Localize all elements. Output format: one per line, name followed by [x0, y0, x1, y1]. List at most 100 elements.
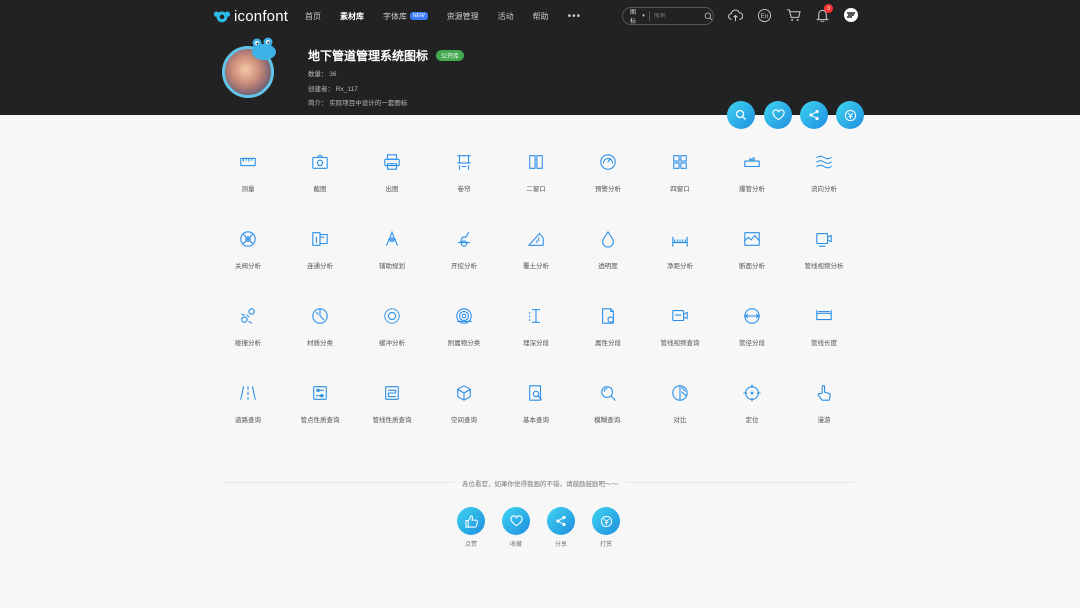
share-fab[interactable]: [800, 101, 828, 129]
locate-icon: [743, 384, 761, 402]
valve-icon: [240, 231, 256, 247]
basic-search-icon: [529, 385, 542, 401]
project-title-row: 地下管道管理系统图标 公开库: [308, 47, 465, 64]
icon-card[interactable]: 预警分析: [572, 152, 644, 229]
more-icon[interactable]: •••: [568, 9, 582, 23]
icon-card[interactable]: 卷帘: [428, 152, 500, 229]
collect-button[interactable]: 收藏: [501, 507, 531, 548]
road-icon: [240, 386, 256, 400]
drop-icon: [602, 231, 614, 248]
search-fab[interactable]: [727, 101, 755, 129]
collect-circle: [502, 507, 530, 535]
like-button[interactable]: 点赞: [456, 507, 486, 548]
reward-fab[interactable]: [836, 101, 864, 129]
reward-icon: [844, 109, 856, 121]
icon-card[interactable]: 基本查询: [500, 383, 572, 460]
icon-card[interactable]: 管线性质查询: [356, 383, 428, 460]
nav-resources[interactable]: 资源管理: [447, 9, 479, 23]
icon-card[interactable]: 净距分析: [644, 229, 716, 306]
icon-card[interactable]: 管线长度: [788, 306, 860, 383]
share-label: 分享: [554, 542, 567, 548]
icon-card[interactable]: 连通分析: [284, 229, 356, 306]
icon-card[interactable]: 流向分析: [788, 152, 860, 229]
language-icon[interactable]: En: [756, 7, 772, 23]
icon-card[interactable]: 断面分析: [716, 229, 788, 306]
icon-card[interactable]: 覆土分析: [500, 229, 572, 306]
thumbs-up-icon: [464, 514, 478, 528]
reward-button[interactable]: 打赏: [591, 507, 621, 548]
icon-card[interactable]: 埋深分段: [500, 306, 572, 383]
icon-card[interactable]: 辅助规划: [356, 229, 428, 306]
favorite-fab[interactable]: [764, 101, 792, 129]
icon-card[interactable]: 空间查询: [428, 383, 500, 460]
nav-materials[interactable]: 素材库: [340, 9, 364, 23]
connectivity-icon: [312, 232, 328, 246]
fuzzy-search-icon: [601, 386, 616, 401]
icon-card[interactable]: 模糊查询,: [572, 383, 644, 460]
public-tag: 公开库: [436, 50, 465, 61]
icon-card[interactable]: 透明度: [572, 229, 644, 306]
nav-activities[interactable]: 活动: [498, 9, 514, 23]
icon-card[interactable]: 属性分段: [572, 306, 644, 383]
nav-help[interactable]: 帮助: [533, 9, 549, 23]
encourage-text: 各位看官，如果你觉得我画的不错，请鼓励鼓励吧～～: [454, 481, 626, 488]
nav-home[interactable]: 首页: [305, 9, 321, 23]
section-icon: [744, 232, 760, 246]
icon-card[interactable]: 出图: [356, 152, 428, 229]
icon-card[interactable]: 道路查询: [212, 383, 284, 460]
share-icon: [809, 109, 819, 121]
icon-card[interactable]: 关阀分析: [212, 229, 284, 306]
project-creator[interactable]: 创建者： Rx_117: [308, 83, 358, 93]
icon-card-label: 关阀分析: [235, 263, 261, 270]
footer-actions: 点赞 收藏 分享 打赏: [456, 507, 636, 548]
icon-card[interactable]: 管点性质查询: [284, 383, 356, 460]
hand-icon: [817, 385, 831, 401]
cart-icon[interactable]: [785, 7, 801, 23]
nav-fonts[interactable]: 字体库 NEW: [383, 9, 428, 23]
icon-card[interactable]: 定位: [716, 383, 788, 460]
icon-card-label: 覆土分析: [523, 263, 549, 270]
like-label: 点赞: [464, 542, 477, 548]
two-window-icon: [529, 155, 543, 169]
search-type-select[interactable]: 图标 ▾: [623, 10, 650, 25]
icon-card[interactable]: 管线视频查询: [644, 306, 716, 383]
icon-card[interactable]: 二窗口: [500, 152, 572, 229]
icon-card-label: 管线长度: [811, 340, 837, 347]
icon-card[interactable]: 测量: [212, 152, 284, 229]
collision-icon: [241, 308, 255, 324]
icon-card-label: 管线性质查询: [372, 417, 412, 424]
icon-card-label: 辅助规划: [379, 263, 405, 270]
mascot-icon: [252, 37, 276, 60]
compare-icon: [672, 385, 688, 401]
search-input[interactable]: [649, 13, 704, 19]
reward-circle: [592, 507, 620, 535]
icon-card[interactable]: 管线视频分析: [788, 229, 860, 306]
icon-card[interactable]: 附属物分类: [428, 306, 500, 383]
icon-card[interactable]: 爆管分析: [716, 152, 788, 229]
bell-icon[interactable]: 3: [814, 4, 833, 23]
icon-card-label: 截图: [313, 186, 327, 193]
search-icon[interactable]: [704, 11, 713, 22]
icon-card-label: 测量: [241, 186, 255, 193]
upload-cloud-icon[interactable]: [727, 7, 743, 23]
ruler-icon: [240, 157, 256, 167]
soil-cover-icon: [528, 233, 544, 246]
icon-card[interactable]: 开挖分析: [428, 229, 500, 306]
icon-card[interactable]: 四窗口: [644, 152, 716, 229]
icon-card[interactable]: 对比: [644, 383, 716, 460]
icon-card[interactable]: 碰撞分析: [212, 306, 284, 383]
collect-label: 收藏: [509, 542, 522, 548]
icon-card[interactable]: 管径分段: [716, 306, 788, 383]
new-badge: NEW: [410, 12, 428, 20]
share-button[interactable]: 分享: [546, 507, 576, 548]
icon-card-label: 管线视频查询: [660, 340, 700, 347]
icon-card[interactable]: 漫游: [788, 383, 860, 460]
logo-text: iconfont: [234, 7, 289, 25]
icon-card[interactable]: 缓冲分析: [356, 306, 428, 383]
line-query-icon: [385, 386, 399, 400]
logo[interactable]: iconfont: [213, 6, 288, 26]
icon-card[interactable]: 截图: [284, 152, 356, 229]
icon-card[interactable]: 材质分类: [284, 306, 356, 383]
curtain-icon: [457, 155, 471, 170]
user-avatar[interactable]: [843, 7, 859, 23]
